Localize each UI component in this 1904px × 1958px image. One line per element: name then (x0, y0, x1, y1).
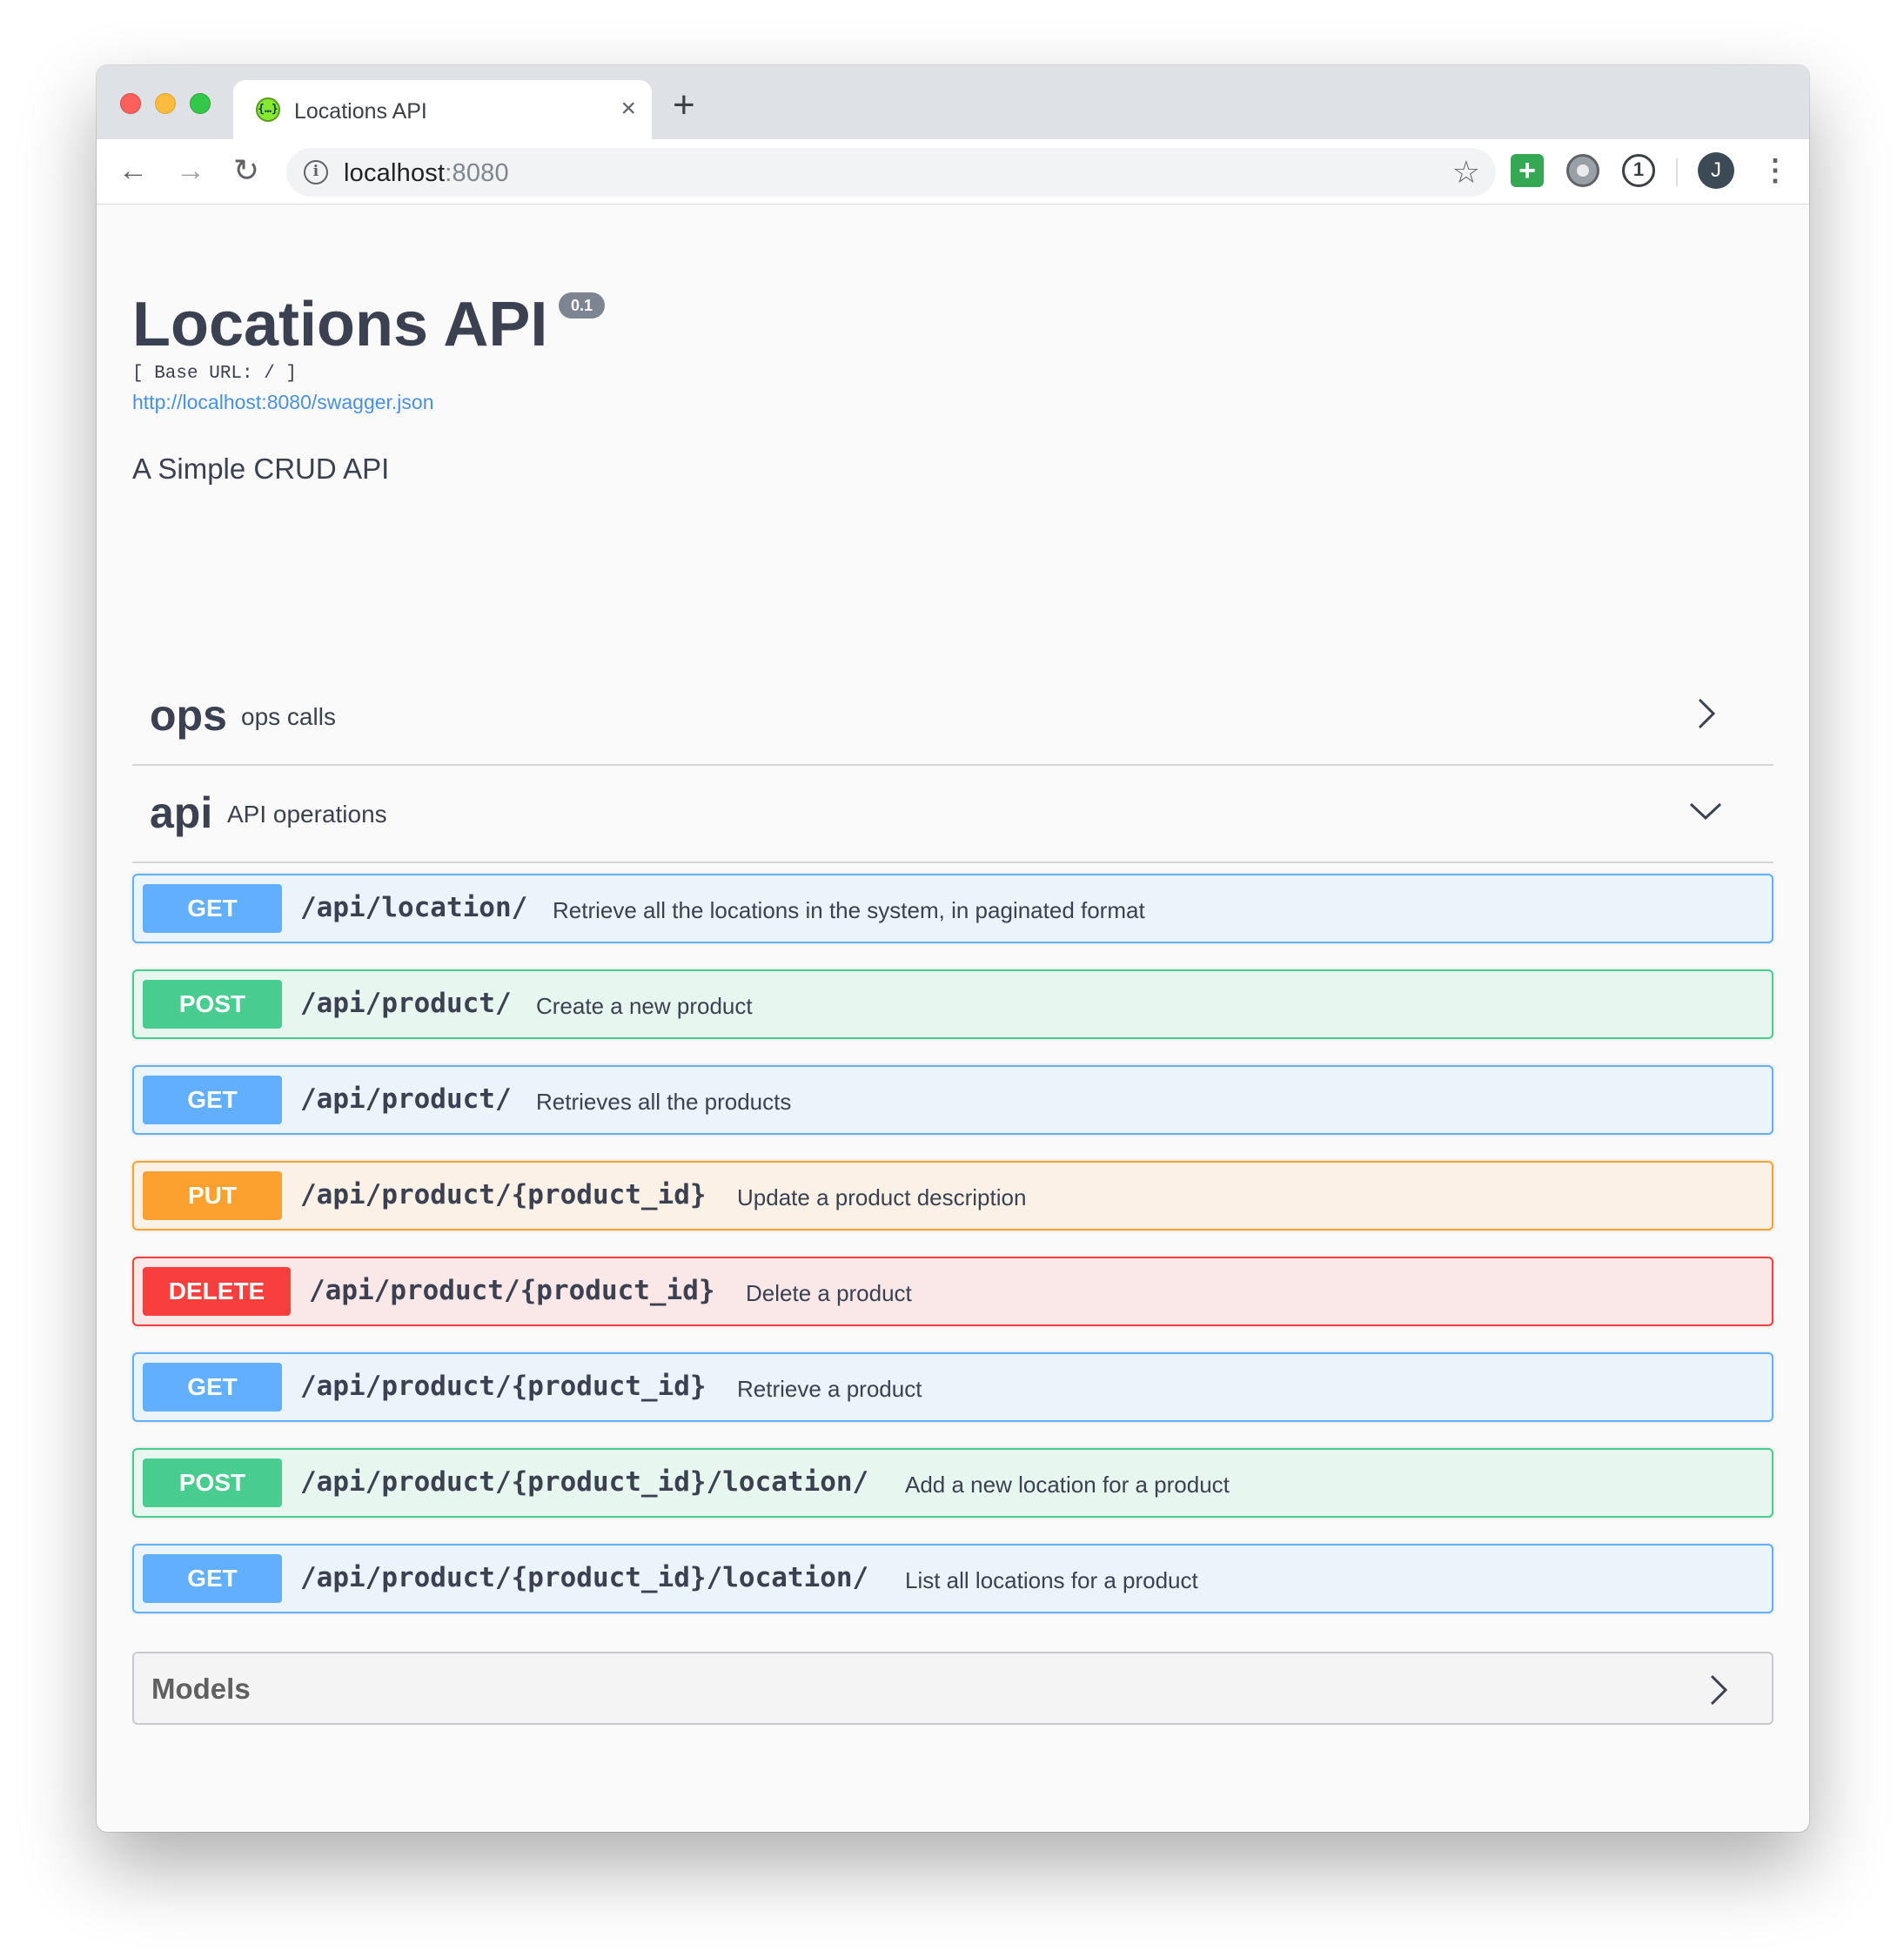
operation-get-products[interactable]: GET /api/product/ Retrieves all the prod… (132, 1065, 1773, 1135)
toolbar-divider (1676, 158, 1678, 186)
models-section[interactable]: Models (132, 1652, 1773, 1725)
operation-post-product-location[interactable]: POST /api/product/{product_id}/location/… (132, 1448, 1773, 1518)
operation-summary: Retrieves all the products (536, 1089, 792, 1115)
operation-path: /api/location/ (300, 892, 528, 923)
method-badge: POST (143, 1458, 282, 1507)
browser-tab[interactable]: {…} Locations API × (233, 80, 652, 139)
info-header: Locations API 0.1 (132, 290, 606, 359)
operation-summary: List all locations for a product (905, 1567, 1198, 1593)
tag-description: API operations (227, 801, 387, 828)
profile-avatar[interactable]: J (1698, 152, 1734, 189)
tag-description: ops calls (241, 703, 336, 730)
operation-summary: Retrieve all the locations in the system… (553, 897, 1145, 923)
operation-summary: Add a new location for a product (905, 1472, 1230, 1498)
new-tab-button[interactable]: + (673, 86, 695, 124)
method-badge: DELETE (143, 1267, 291, 1316)
operation-path: /api/product/{product_id} (309, 1275, 715, 1306)
operation-path: /api/product/{product_id}/location/ (300, 1466, 869, 1498)
tab-title: Locations API (294, 99, 427, 124)
info-icon[interactable]: i (304, 160, 328, 184)
minimize-window-button[interactable] (155, 93, 176, 114)
operation-path: /api/product/ (300, 988, 512, 1019)
operation-post-product[interactable]: POST /api/product/ Create a new product (132, 969, 1773, 1039)
forward-arrow-icon[interactable]: → (171, 151, 210, 190)
tag-api[interactable]: api API operations (132, 766, 1773, 863)
reload-icon[interactable]: ↻ (227, 151, 265, 190)
operation-get-location[interactable]: GET /api/location/ Retrieve all the loca… (132, 874, 1773, 943)
version-badge: 0.1 (559, 292, 606, 319)
method-badge: PUT (143, 1171, 282, 1220)
base-url: [ Base URL: / ] (132, 364, 298, 384)
more-menu-icon[interactable]: ⋮ (1760, 153, 1790, 188)
method-badge: GET (143, 1363, 282, 1412)
url-host: localhost (344, 159, 446, 187)
api-description: A Simple CRUD API (132, 453, 390, 485)
url-text[interactable]: localhost:8080 (344, 159, 509, 188)
operation-summary: Delete a product (746, 1280, 912, 1306)
address-bar[interactable]: i localhost:8080 ☆ (286, 148, 1496, 197)
close-window-button[interactable] (120, 93, 141, 114)
chevron-right-icon[interactable] (1700, 1673, 1735, 1707)
operation-summary: Retrieve a product (737, 1376, 922, 1402)
operation-summary: Create a new product (536, 993, 753, 1019)
url-port: :8080 (445, 159, 509, 187)
tag-ops[interactable]: ops ops calls (132, 668, 1773, 766)
tab-close-icon[interactable]: × (620, 93, 636, 124)
operation-get-product-locations[interactable]: GET /api/product/{product_id}/location/ … (132, 1544, 1773, 1613)
chevron-right-icon[interactable] (1688, 696, 1723, 731)
operation-path: /api/product/{product_id}/location/ (300, 1562, 869, 1593)
method-badge: POST (143, 980, 282, 1029)
chevron-down-icon[interactable] (1688, 794, 1723, 828)
operation-path: /api/product/{product_id} (300, 1371, 707, 1402)
operation-delete-product[interactable]: DELETE /api/product/{product_id} Delete … (132, 1257, 1773, 1326)
spec-url-link[interactable]: http://localhost:8080/swagger.json (132, 391, 434, 414)
back-arrow-icon[interactable]: ← (114, 151, 152, 190)
tab-strip: {…} Locations API × + (97, 65, 1809, 139)
models-title: Models (151, 1673, 251, 1705)
method-badge: GET (143, 1554, 282, 1603)
tag-name: api (150, 788, 213, 837)
browser-toolbar: ← → ↻ i localhost:8080 ☆ + 1 J ⋮ (97, 139, 1809, 205)
method-badge: GET (143, 1076, 282, 1124)
swagger-favicon-icon: {…} (256, 97, 280, 122)
operation-get-product[interactable]: GET /api/product/{product_id} Retrieve a… (132, 1352, 1773, 1422)
operation-path: /api/product/{product_id} (300, 1179, 707, 1210)
operation-put-product[interactable]: PUT /api/product/{product_id} Update a p… (132, 1161, 1773, 1230)
operation-path: /api/product/ (300, 1083, 512, 1115)
extension-film-icon[interactable] (1566, 154, 1599, 187)
method-badge: GET (143, 884, 282, 933)
operation-summary: Update a product description (737, 1184, 1027, 1210)
star-icon[interactable]: ☆ (1452, 153, 1480, 191)
page-title: Locations API (132, 290, 548, 359)
browser-window: {…} Locations API × + ← → ↻ i localhost:… (97, 65, 1809, 1832)
password-manager-icon[interactable]: 1 (1622, 154, 1655, 187)
maximize-window-button[interactable] (190, 93, 211, 114)
extension-plus-icon[interactable]: + (1511, 154, 1544, 187)
tag-name: ops (150, 691, 227, 740)
